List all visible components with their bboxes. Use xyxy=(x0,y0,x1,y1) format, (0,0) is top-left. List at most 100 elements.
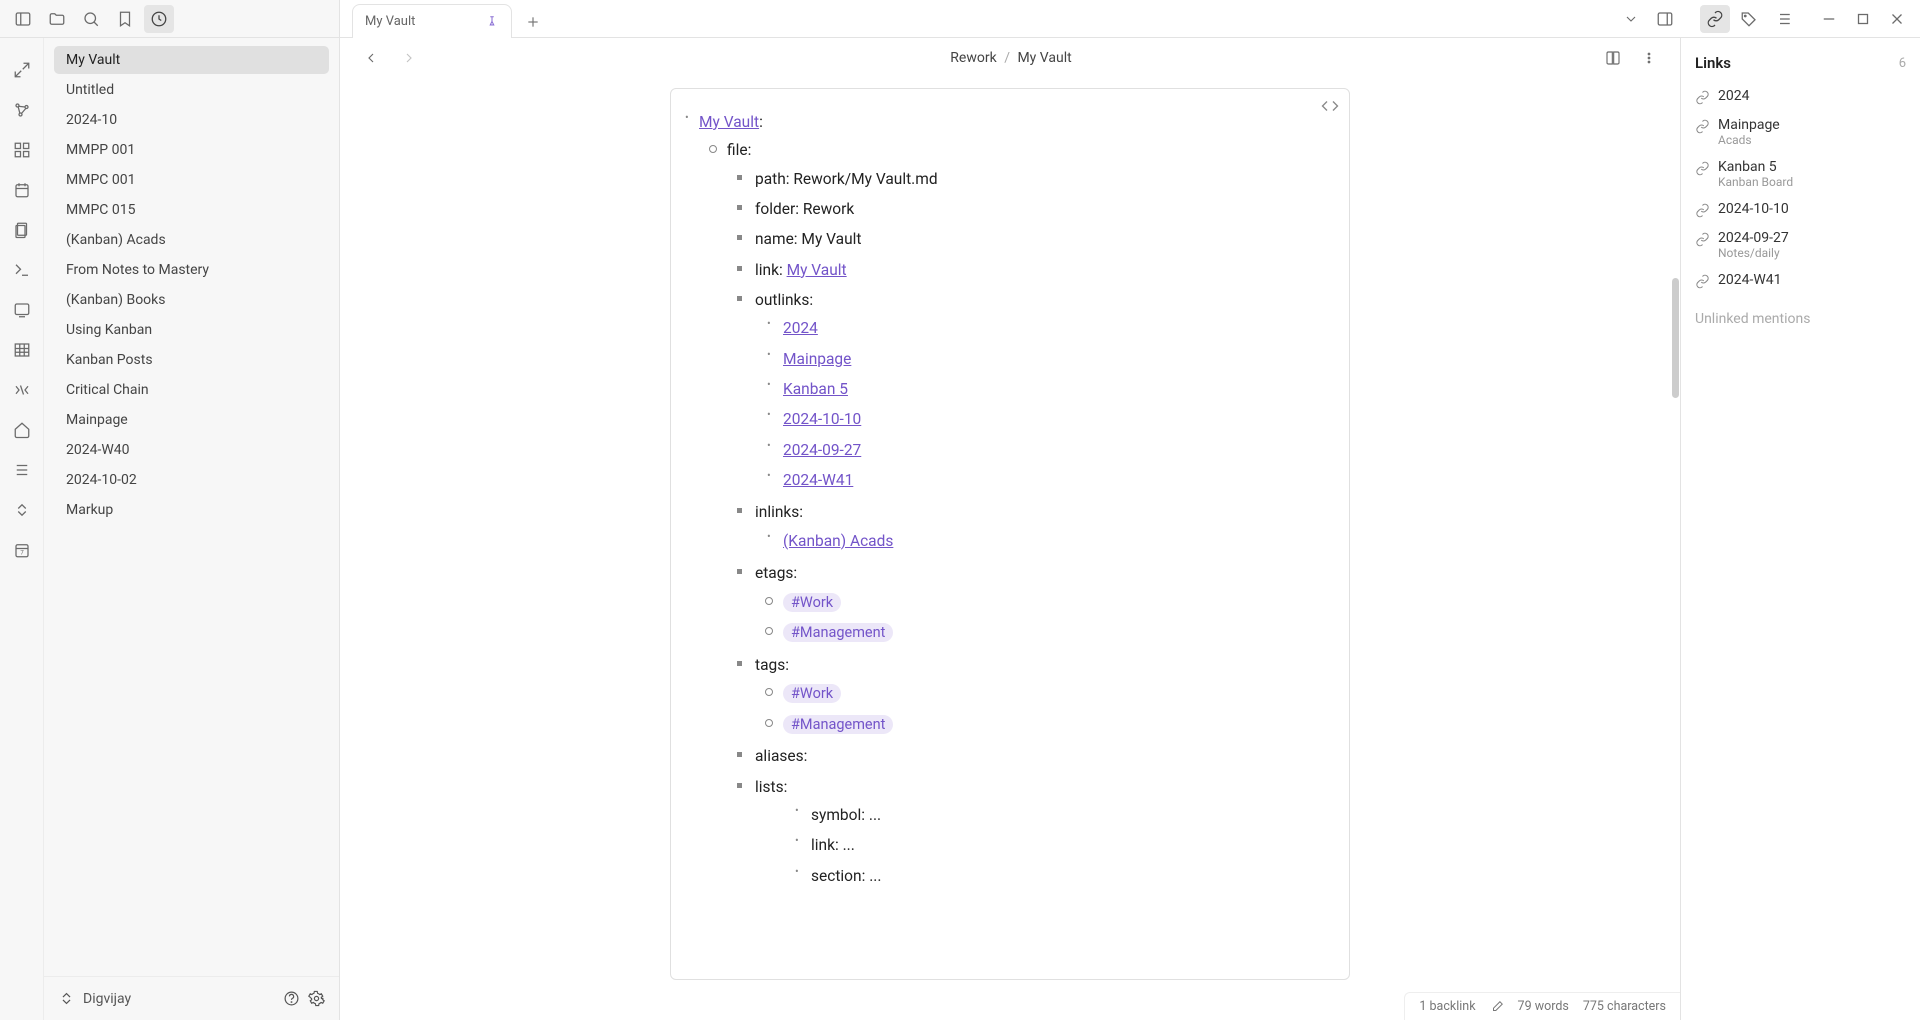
tab-my-vault[interactable]: My Vault xyxy=(352,4,512,38)
link-icon xyxy=(1695,203,1710,218)
breadcrumb-folder: Rework xyxy=(950,50,996,66)
breadcrumb[interactable]: Rework / My Vault xyxy=(434,50,1588,66)
outline-pane-icon[interactable] xyxy=(1768,5,1798,33)
sync-icon[interactable] xyxy=(8,496,36,524)
nav-forward-icon[interactable] xyxy=(394,44,424,72)
file-item[interactable]: 2024-10-02 xyxy=(54,466,329,494)
char-count: 775 characters xyxy=(1583,999,1666,1014)
file-item[interactable]: Critical Chain xyxy=(54,376,329,404)
file-item[interactable]: Using Kanban xyxy=(54,316,329,344)
link-item[interactable]: 2024-10-10 xyxy=(1695,195,1906,224)
root-link[interactable]: My Vault xyxy=(699,113,759,131)
tab-label: My Vault xyxy=(365,14,415,29)
outline-icon[interactable] xyxy=(8,456,36,484)
file-item[interactable]: 2024-W40 xyxy=(54,436,329,464)
daily-note-icon[interactable] xyxy=(8,176,36,204)
file-item[interactable]: From Notes to Mastery xyxy=(54,256,329,284)
editor-body[interactable]: My Vault: file: path: Rework/My Vault.md… xyxy=(340,78,1680,1020)
tags-pane-icon[interactable] xyxy=(1734,5,1764,33)
file-item[interactable]: (Kanban) Books xyxy=(54,286,329,314)
slides-icon[interactable] xyxy=(8,296,36,324)
quick-switcher-icon[interactable] xyxy=(8,56,36,84)
file-list: My Vault Untitled 2024-10 MMPP 001 MMPC … xyxy=(44,38,339,976)
titlebar-left-tools xyxy=(0,0,340,37)
right-panel-count: 6 xyxy=(1899,56,1906,71)
file-item[interactable]: Kanban Posts xyxy=(54,346,329,374)
link-item[interactable]: 2024-W41 xyxy=(1695,266,1906,295)
file-item[interactable]: MMPP 001 xyxy=(54,136,329,164)
file-item[interactable]: 2024-10 xyxy=(54,106,329,134)
content-card: My Vault: file: path: Rework/My Vault.md… xyxy=(670,88,1350,980)
right-sidebar-toggle-icon[interactable] xyxy=(1650,5,1680,33)
tag[interactable]: #Management xyxy=(783,623,893,642)
new-tab-button[interactable] xyxy=(518,7,548,37)
vault-name[interactable]: Digvijay xyxy=(83,991,131,1007)
collapse-sidebar-icon[interactable] xyxy=(8,5,38,33)
search-icon[interactable] xyxy=(76,5,106,33)
reading-mode-icon[interactable] xyxy=(1598,44,1628,72)
link-icon xyxy=(1695,119,1710,134)
canvas-icon[interactable] xyxy=(8,136,36,164)
file-item[interactable]: Untitled xyxy=(54,76,329,104)
help-icon[interactable] xyxy=(283,990,300,1007)
outlink[interactable]: 2024-10-10 xyxy=(783,410,861,428)
home-icon[interactable] xyxy=(8,416,36,444)
table-icon[interactable] xyxy=(8,336,36,364)
breadcrumb-sep: / xyxy=(1004,50,1010,66)
vault-switcher-icon[interactable] xyxy=(58,990,75,1007)
editor-pane: Rework / My Vault My Vault: file: xyxy=(340,38,1680,1020)
file-item[interactable]: (Kanban) Acads xyxy=(54,226,329,254)
statusbar: 1 backlink 79 words 775 characters xyxy=(1404,992,1680,1020)
outlink[interactable]: Kanban 5 xyxy=(783,380,848,398)
links-pane-icon[interactable] xyxy=(1700,5,1730,33)
outlink[interactable]: Mainpage xyxy=(783,350,851,368)
file-item[interactable]: My Vault xyxy=(54,46,329,74)
link-item[interactable]: 2024 xyxy=(1695,82,1906,111)
scrollbar-thumb[interactable] xyxy=(1672,278,1679,398)
template-insert-icon[interactable] xyxy=(8,376,36,404)
more-options-icon[interactable] xyxy=(1634,44,1664,72)
graph-view-icon[interactable] xyxy=(8,96,36,124)
outlink[interactable]: 2024-09-27 xyxy=(783,441,861,459)
tag[interactable]: #Management xyxy=(783,715,893,734)
tag[interactable]: #Work xyxy=(783,684,841,703)
edit-icon[interactable] xyxy=(1490,1000,1504,1014)
file-item[interactable]: MMPC 001 xyxy=(54,166,329,194)
link-item[interactable]: MainpageAcads xyxy=(1695,111,1906,153)
titlebar: My Vault xyxy=(0,0,1920,38)
source-mode-icon[interactable] xyxy=(1321,97,1339,119)
unlinked-mentions[interactable]: Unlinked mentions xyxy=(1695,311,1906,327)
editor-header: Rework / My Vault xyxy=(340,38,1680,78)
file-item[interactable]: MMPC 015 xyxy=(54,196,329,224)
folder-icon[interactable] xyxy=(42,5,72,33)
minimize-window-icon[interactable] xyxy=(1814,5,1844,33)
scrollbar[interactable] xyxy=(1670,78,1680,992)
recent-icon[interactable] xyxy=(144,5,174,33)
backlink-count[interactable]: 1 backlink xyxy=(1419,999,1475,1014)
close-window-icon[interactable] xyxy=(1882,5,1912,33)
main-layout: 7 My Vault Untitled 2024-10 MMPP 001 MMP… xyxy=(0,38,1920,1020)
tag[interactable]: #Work xyxy=(783,593,841,612)
link-item[interactable]: 2024-09-27Notes/daily xyxy=(1695,224,1906,266)
word-count: 79 words xyxy=(1518,999,1569,1014)
outlink[interactable]: 2024 xyxy=(783,319,818,337)
link-icon xyxy=(1695,274,1710,289)
link-target[interactable]: My Vault xyxy=(787,261,847,279)
templates-icon[interactable] xyxy=(8,216,36,244)
file-label: file: xyxy=(727,141,751,159)
command-palette-icon[interactable] xyxy=(8,256,36,284)
inlink[interactable]: (Kanban) Acads xyxy=(783,532,893,550)
file-item[interactable]: Markup xyxy=(54,496,329,524)
settings-icon[interactable] xyxy=(308,990,325,1007)
maximize-window-icon[interactable] xyxy=(1848,5,1878,33)
pin-icon[interactable] xyxy=(485,15,499,29)
tab-dropdown-icon[interactable] xyxy=(1616,5,1646,33)
link-item[interactable]: Kanban 5Kanban Board xyxy=(1695,153,1906,195)
calendar-icon[interactable]: 7 xyxy=(8,536,36,564)
bookmark-icon[interactable] xyxy=(110,5,140,33)
sidebar: My Vault Untitled 2024-10 MMPP 001 MMPC … xyxy=(44,38,340,1020)
file-item[interactable]: Mainpage xyxy=(54,406,329,434)
right-panel-header: Links 6 xyxy=(1695,54,1906,72)
nav-back-icon[interactable] xyxy=(356,44,386,72)
outlink[interactable]: 2024-W41 xyxy=(783,471,853,489)
